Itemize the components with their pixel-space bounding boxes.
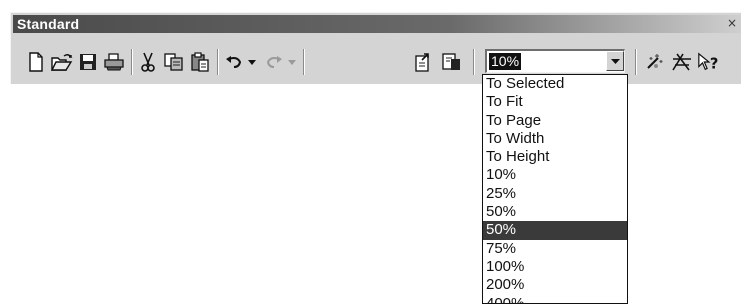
zoom-option[interactable]: To Fit: [483, 93, 627, 111]
toolbar-separator: [217, 49, 219, 75]
zoom-option[interactable]: 25%: [483, 185, 627, 203]
zoom-option[interactable]: 50%: [483, 221, 627, 240]
redo-icon: [266, 56, 282, 68]
svg-text:?: ?: [710, 55, 719, 72]
wizard-button[interactable]: [643, 51, 665, 73]
zoom-level-combobox[interactable]: 10%: [485, 49, 625, 73]
zoom-option[interactable]: To Selected: [483, 75, 627, 93]
toolbar-separator: [635, 49, 637, 75]
crossout-button[interactable]: [671, 51, 693, 73]
new-document-button[interactable]: [25, 51, 47, 73]
toolbar-separator: [303, 49, 305, 75]
save-disk-icon: [80, 54, 96, 70]
copy-icon: [164, 53, 183, 71]
chevron-down-icon: [288, 59, 296, 65]
zoom-option[interactable]: To Width: [483, 130, 627, 148]
zoom-dropdown-list[interactable]: To Selected To Fit To Page To Width To H…: [482, 74, 628, 304]
printer-icon: [104, 53, 124, 71]
zoom-option[interactable]: 10%: [483, 166, 627, 184]
redo-dropdown-button[interactable]: [287, 57, 297, 67]
zoom-option[interactable]: 50%: [483, 203, 627, 221]
import-icon: [442, 53, 460, 70]
zoom-option[interactable]: 400%: [483, 295, 627, 303]
crossout-icon: [672, 53, 691, 71]
standard-toolbar: Standard × 10% ?: [10, 12, 741, 84]
help-button[interactable]: ?: [697, 51, 719, 73]
clipboard-icon: [191, 52, 209, 72]
paste-button[interactable]: [189, 51, 211, 73]
toolbar-title-bar[interactable]: Standard ×: [13, 15, 741, 33]
zoom-option[interactable]: 200%: [483, 276, 627, 294]
scissors-icon: [141, 52, 155, 72]
open-folder-icon: [51, 54, 73, 71]
toolbar-separator: [131, 49, 133, 75]
undo-button[interactable]: [223, 51, 245, 73]
close-button[interactable]: ×: [725, 17, 739, 30]
zoom-option[interactable]: To Page: [483, 112, 627, 130]
help-pointer-icon: ?: [698, 52, 719, 72]
export-icon: [415, 53, 429, 72]
new-document-icon: [29, 52, 43, 72]
chevron-down-icon: [610, 58, 620, 64]
toolbar-separator: [473, 49, 475, 75]
cut-button[interactable]: [137, 51, 159, 73]
import-button[interactable]: [441, 51, 463, 73]
chevron-down-icon: [248, 59, 256, 65]
zoom-option[interactable]: To Height: [483, 148, 627, 166]
zoom-option[interactable]: 100%: [483, 258, 627, 276]
copy-button[interactable]: [163, 51, 185, 73]
zoom-dropdown-button[interactable]: [606, 51, 624, 71]
redo-button[interactable]: [263, 51, 285, 73]
undo-icon: [226, 56, 242, 68]
undo-dropdown-button[interactable]: [247, 57, 257, 67]
open-button[interactable]: [51, 51, 73, 73]
save-button[interactable]: [77, 51, 99, 73]
zoom-level-value: 10%: [489, 53, 522, 70]
magic-icon: [647, 54, 663, 69]
toolbar-title: Standard: [17, 16, 80, 32]
zoom-option[interactable]: 75%: [483, 240, 627, 258]
print-button[interactable]: [103, 51, 125, 73]
export-button[interactable]: [413, 51, 435, 73]
